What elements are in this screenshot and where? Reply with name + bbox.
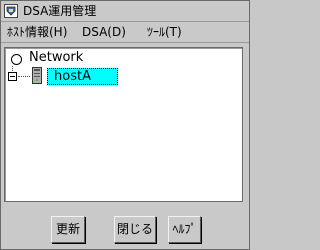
title-bar[interactable]: DSA運用管理 [1,1,249,22]
app-icon [4,4,18,18]
network-label: Network [29,50,84,65]
tree-node-network[interactable]: Network [5,50,235,66]
window-title: DSA運用管理 [23,4,97,18]
radio-icon [11,54,22,65]
refresh-button[interactable]: 更新 [51,216,85,243]
dsa-window: DSA運用管理 ﾎｽﾄ情報(H) DSA(D) ﾂｰﾙ(T) Network h… [0,0,250,250]
help-button[interactable]: ﾍﾙﾌﾟ [168,216,201,243]
tree-connector [12,66,13,71]
host-tree[interactable]: Network hostA [4,47,243,202]
menu-bar: ﾎｽﾄ情報(H) DSA(D) ﾂｰﾙ(T) [1,22,249,43]
server-icon [32,67,42,84]
collapse-icon[interactable] [8,72,17,81]
tree-branch-line [18,76,30,77]
menu-tool[interactable]: ﾂｰﾙ(T) [146,24,183,40]
close-button[interactable]: 閉じる [114,216,156,243]
menu-host-info[interactable]: ﾎｽﾄ情報(H) [6,24,68,40]
menu-dsa[interactable]: DSA(D) [81,24,127,40]
host-label: hostA [47,68,118,85]
